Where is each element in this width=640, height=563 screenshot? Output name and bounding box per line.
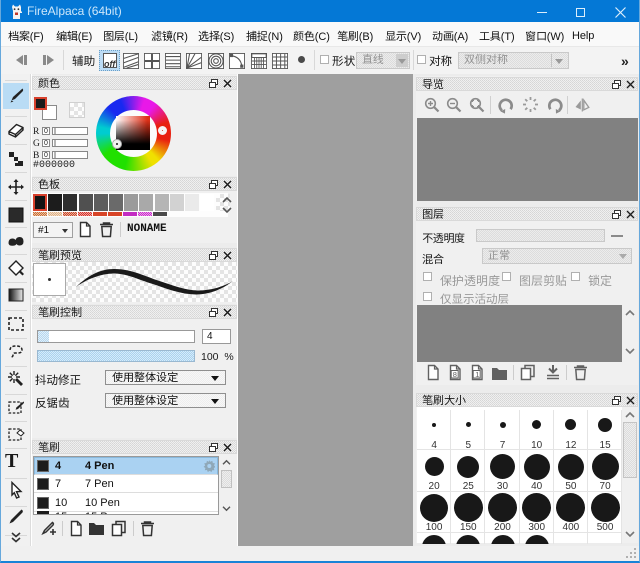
svg-text:1: 1 — [475, 370, 479, 379]
svg-text:8: 8 — [453, 370, 457, 379]
